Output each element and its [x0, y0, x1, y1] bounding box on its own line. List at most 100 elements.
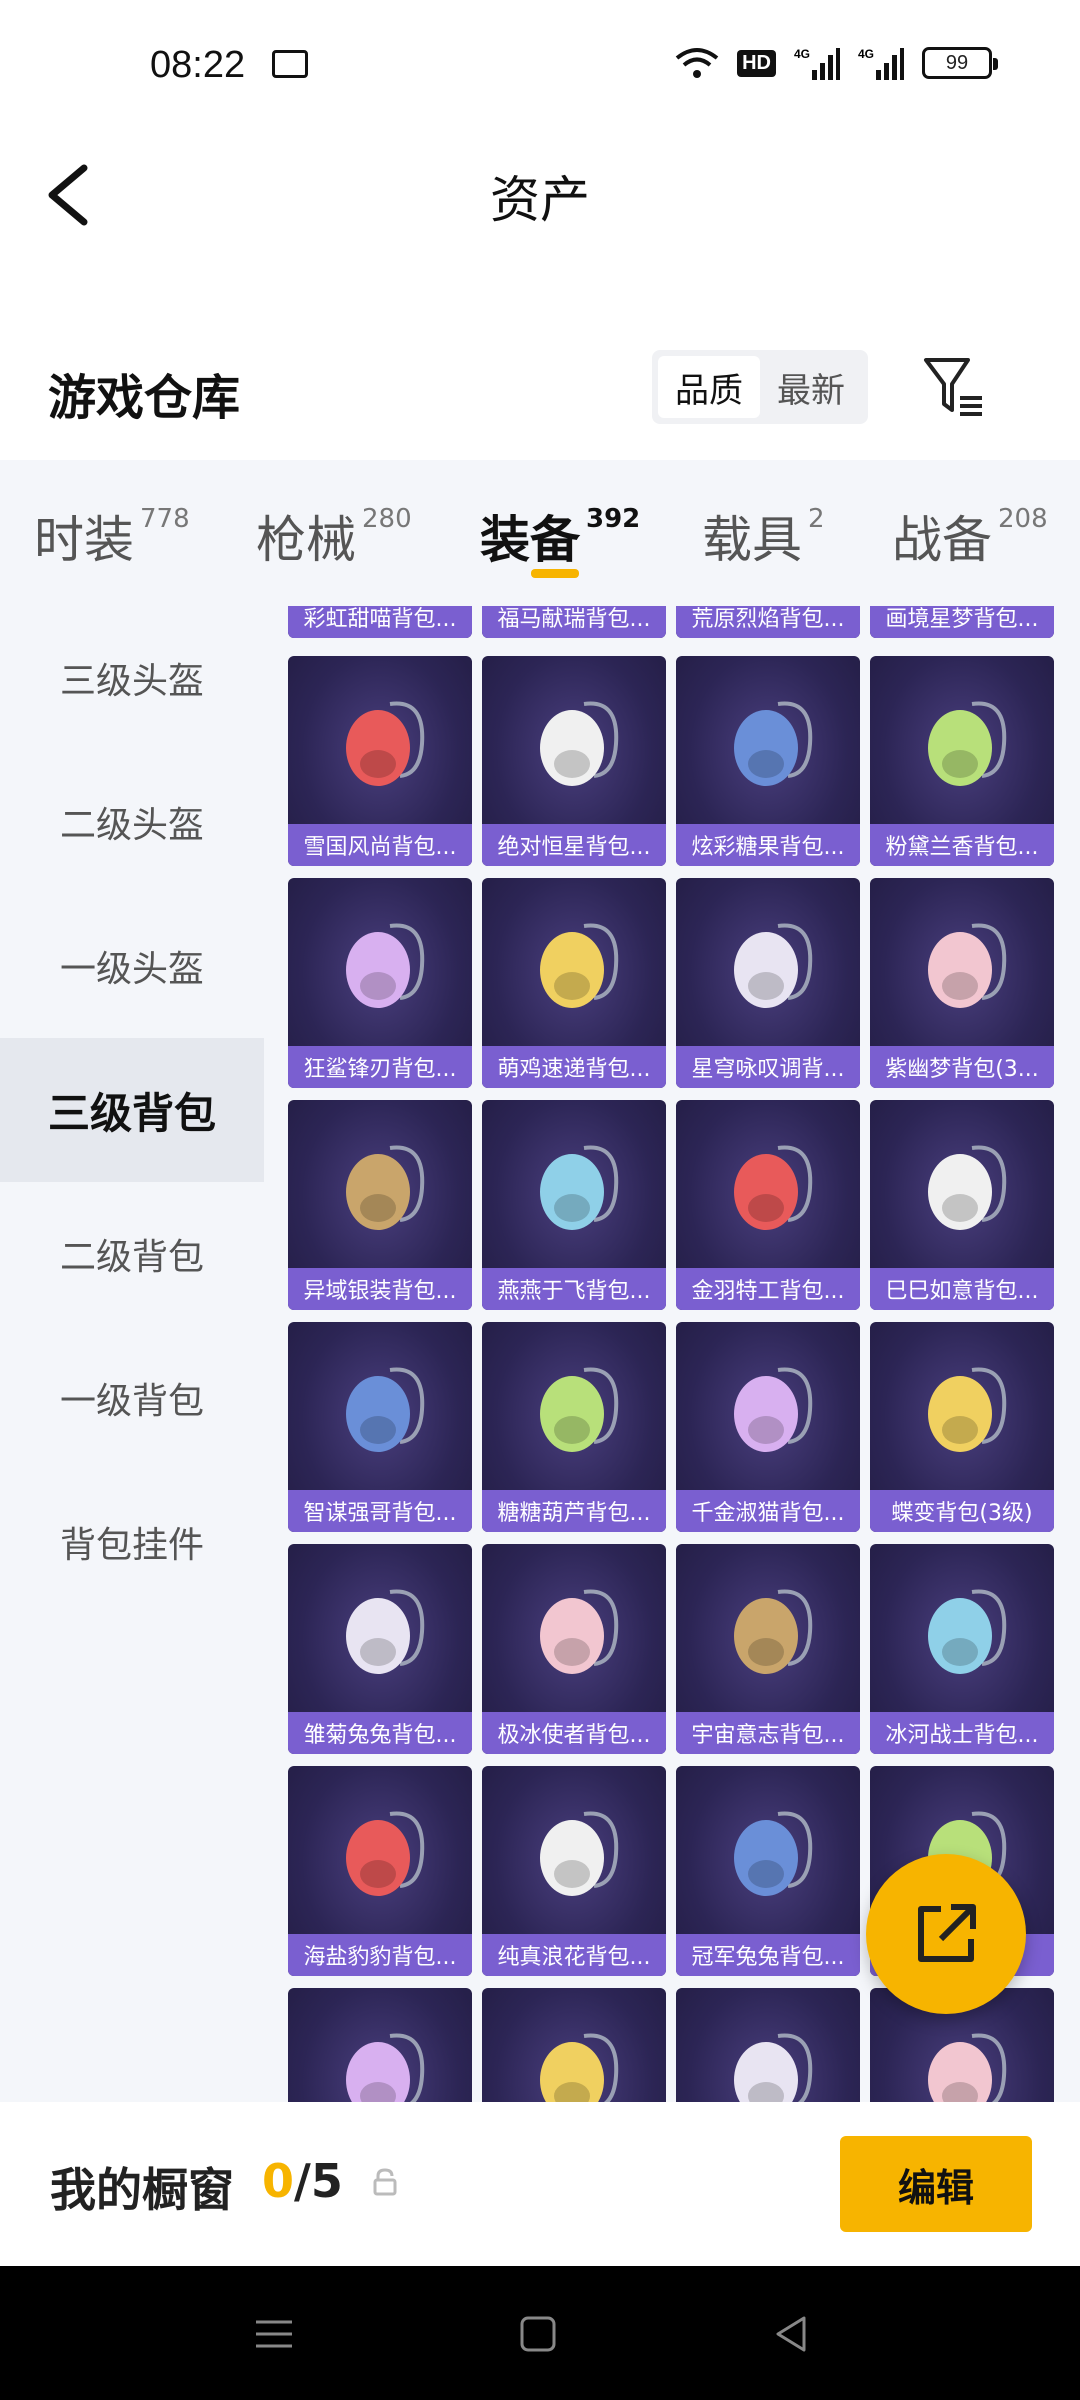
- menu-icon[interactable]: [250, 2310, 298, 2358]
- tab-gear[interactable]: 战备 208: [892, 500, 1048, 572]
- tab-label: 装备: [480, 511, 580, 569]
- item-name: 雏菊兔兔背包...: [288, 1712, 472, 1754]
- backpack-icon: [346, 2033, 425, 2102]
- item-card[interactable]: 雏菊兔兔背包...: [288, 1544, 472, 1754]
- backpack-icon: [540, 1589, 619, 1674]
- item-name: 燕燕于飞背包...: [482, 1268, 666, 1310]
- item-card[interactable]: 粉黛兰香背包...: [870, 656, 1054, 866]
- backpack-icon: [346, 1367, 425, 1452]
- item-name: 画境星梦背包...: [870, 606, 1054, 638]
- item-name: 萌鸡速递背包...: [482, 1046, 666, 1088]
- item-name: 异域银装背包...: [288, 1268, 472, 1310]
- sidebar-item-helmet-2[interactable]: 二级头盔: [0, 750, 264, 894]
- item-card[interactable]: 星穹咏叹调背...: [676, 878, 860, 1088]
- backpack-icon: [540, 1145, 619, 1230]
- item-card[interactable]: 荒原烈焰背包...: [676, 606, 860, 638]
- backpack-icon: [540, 701, 619, 786]
- item-card[interactable]: [482, 1988, 666, 2102]
- home-icon[interactable]: [514, 2310, 562, 2358]
- backpack-icon: [928, 701, 1007, 786]
- sidebar-item-backpack-2[interactable]: 二级背包: [0, 1182, 264, 1326]
- status-time: 08:22: [150, 44, 246, 86]
- system-nav-bar: [0, 2266, 1080, 2400]
- item-card[interactable]: 炫彩糖果背包...: [676, 656, 860, 866]
- showcase-bar: 我的橱窗 0/5 编辑: [0, 2102, 1080, 2266]
- showcase-total: /5: [294, 2154, 343, 2208]
- signal-icon-2: 4G: [858, 47, 904, 80]
- filter-icon[interactable]: [920, 354, 986, 420]
- sidebar-item-backpack-charm[interactable]: 背包挂件: [0, 1470, 264, 1614]
- battery-level: 99: [945, 51, 969, 74]
- item-card[interactable]: 蝶变背包(3级): [870, 1322, 1054, 1532]
- backpack-icon: [540, 2033, 619, 2102]
- item-card[interactable]: 冰河战士背包...: [870, 1544, 1054, 1754]
- signal-icon: 4G: [794, 47, 840, 80]
- svg-text:4G: 4G: [794, 47, 810, 61]
- item-card[interactable]: 异域银装背包...: [288, 1100, 472, 1310]
- item-name: 炫彩糖果背包...: [676, 824, 860, 866]
- backpack-icon: [734, 1811, 813, 1896]
- sort-quality[interactable]: 品质: [658, 356, 760, 418]
- item-card[interactable]: 糖糖葫芦背包...: [482, 1322, 666, 1532]
- item-name: 雪国风尚背包...: [288, 824, 472, 866]
- item-card[interactable]: 彩虹甜喵背包...: [288, 606, 472, 638]
- sidebar-item-backpack-3[interactable]: 三级背包: [0, 1038, 264, 1182]
- item-card[interactable]: 金羽特工背包...: [676, 1100, 860, 1310]
- showcase-current: 0: [262, 2154, 295, 2208]
- sidebar-item-backpack-1[interactable]: 一级背包: [0, 1326, 264, 1470]
- item-card[interactable]: 海盐豹豹背包...: [288, 1766, 472, 1976]
- backpack-icon: [928, 1145, 1007, 1230]
- item-card[interactable]: 冠军兔兔背包...: [676, 1766, 860, 1976]
- category-tabs: 时装 778 枪械 280 装备 392 载具 2 战备 208: [0, 460, 1080, 606]
- tab-count: 208: [998, 504, 1048, 534]
- item-card[interactable]: [676, 1988, 860, 2102]
- item-card[interactable]: 绝对恒星背包...: [482, 656, 666, 866]
- backpack-icon: [346, 1145, 425, 1230]
- sort-toggle: 品质 最新: [652, 350, 868, 424]
- warehouse-title: 游戏仓库: [48, 370, 241, 426]
- item-card[interactable]: 画境星梦背包...: [870, 606, 1054, 638]
- tab-firearms[interactable]: 枪械 280: [256, 500, 412, 572]
- item-name: 粉黛兰香背包...: [870, 824, 1054, 866]
- item-card[interactable]: 紫幽梦背包(3...: [870, 878, 1054, 1088]
- backpack-icon: [540, 923, 619, 1008]
- item-name: 纯真浪花背包...: [482, 1934, 666, 1976]
- sort-latest[interactable]: 最新: [760, 356, 862, 418]
- tab-count: 280: [362, 504, 412, 534]
- item-card[interactable]: 雪国风尚背包...: [288, 656, 472, 866]
- item-card[interactable]: 极冰使者背包...: [482, 1544, 666, 1754]
- sidebar-item-helmet-3[interactable]: 三级头盔: [0, 606, 264, 750]
- item-card[interactable]: 狂鲨锋刃背包...: [288, 878, 472, 1088]
- item-card[interactable]: [288, 1988, 472, 2102]
- item-name: 星穹咏叹调背...: [676, 1046, 860, 1088]
- item-card[interactable]: 智谋强哥背包...: [288, 1322, 472, 1532]
- sidebar-item-helmet-1[interactable]: 一级头盔: [0, 894, 264, 1038]
- backpack-icon: [928, 923, 1007, 1008]
- backpack-icon: [346, 701, 425, 786]
- backpack-icon: [734, 2033, 813, 2102]
- item-card[interactable]: 巳巳如意背包...: [870, 1100, 1054, 1310]
- tab-count: 392: [586, 504, 641, 534]
- header: 资产: [0, 130, 1080, 250]
- showcase-label: 我的橱窗: [50, 2163, 234, 2217]
- item-card[interactable]: 宇宙意志背包...: [676, 1544, 860, 1754]
- tab-fashion[interactable]: 时装 778: [34, 500, 190, 572]
- item-card[interactable]: 纯真浪花背包...: [482, 1766, 666, 1976]
- item-card[interactable]: 福马献瑞背包...: [482, 606, 666, 638]
- back-nav-icon[interactable]: [768, 2310, 816, 2358]
- backpack-icon: [540, 1811, 619, 1896]
- item-name: 荒原烈焰背包...: [676, 606, 860, 638]
- backpack-icon: [928, 2033, 1007, 2102]
- item-card[interactable]: 燕燕于飞背包...: [482, 1100, 666, 1310]
- edit-button[interactable]: 编辑: [840, 2136, 1032, 2232]
- tab-equipment[interactable]: 装备 392: [480, 500, 640, 572]
- item-card[interactable]: 千金淑猫背包...: [676, 1322, 860, 1532]
- battery-icon: 99: [922, 47, 998, 79]
- tab-vehicles[interactable]: 载具 2: [702, 500, 825, 572]
- item-card[interactable]: 萌鸡速递背包...: [482, 878, 666, 1088]
- hd-badge: HD: [737, 49, 776, 77]
- item-name: 紫幽梦背包(3...: [870, 1046, 1054, 1088]
- tab-count: 2: [808, 504, 825, 534]
- share-button[interactable]: [866, 1854, 1026, 2014]
- backpack-icon: [540, 1367, 619, 1452]
